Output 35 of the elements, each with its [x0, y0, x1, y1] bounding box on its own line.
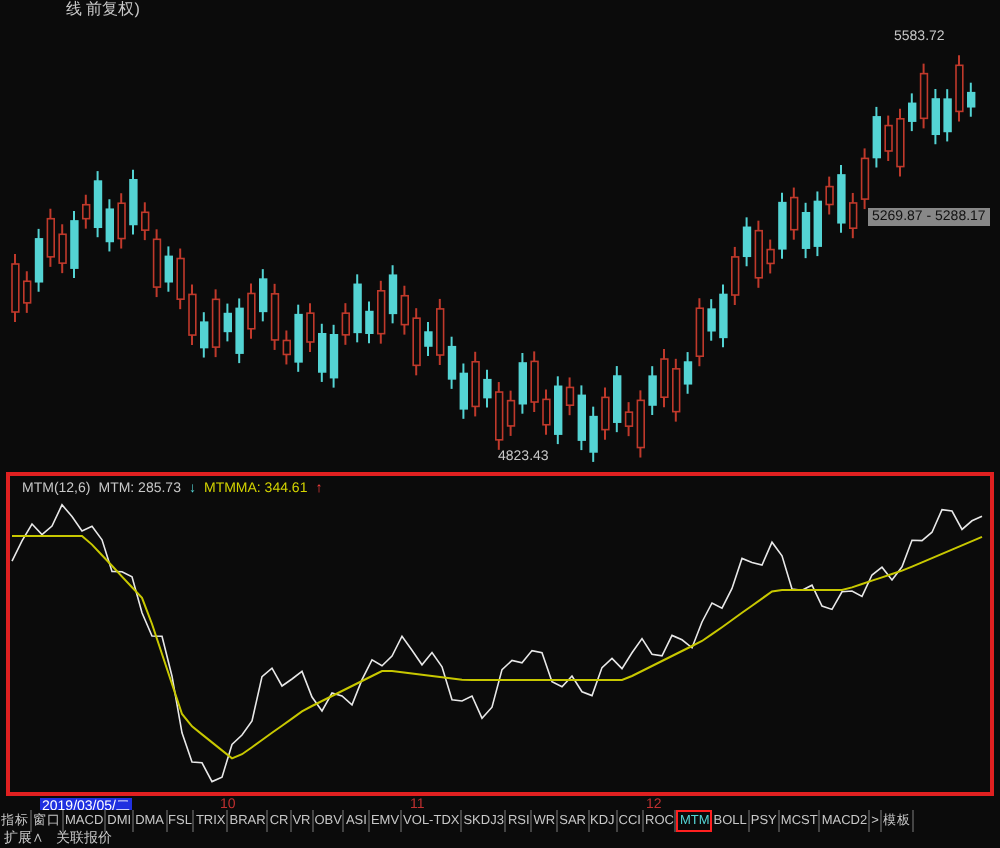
candlestick — [707, 298, 716, 342]
candlestick — [601, 386, 610, 441]
candlestick — [306, 302, 315, 353]
candlestick — [778, 191, 787, 260]
candlestick — [825, 175, 834, 216]
candlestick — [247, 282, 256, 340]
candlestick — [483, 368, 492, 409]
candlestick — [471, 350, 480, 418]
candlestick — [176, 247, 185, 311]
candlestick — [955, 54, 964, 123]
candlestick — [353, 273, 362, 344]
candlestick — [648, 365, 657, 416]
candlestick — [129, 168, 138, 236]
candlestick — [70, 209, 79, 280]
candlestick — [542, 388, 551, 436]
candlestick — [412, 307, 421, 377]
candlestick — [884, 114, 893, 162]
chart-title: 线 前复权) — [66, 0, 140, 22]
candlestick — [424, 321, 433, 357]
candlestick — [967, 81, 976, 118]
candlestick — [837, 163, 846, 234]
candlestick — [117, 192, 126, 250]
candlestick — [660, 348, 669, 409]
candlestick — [58, 223, 67, 275]
candlestick — [896, 107, 905, 178]
candlestick — [365, 300, 374, 345]
candlestick — [235, 297, 244, 365]
candlestick — [719, 283, 728, 349]
candlestick — [530, 350, 539, 413]
candlestick — [11, 253, 20, 323]
candlestick — [188, 283, 197, 347]
candlestick — [589, 405, 598, 463]
candlestick — [766, 238, 775, 275]
candlestick — [294, 303, 303, 373]
candlestick — [943, 88, 952, 143]
